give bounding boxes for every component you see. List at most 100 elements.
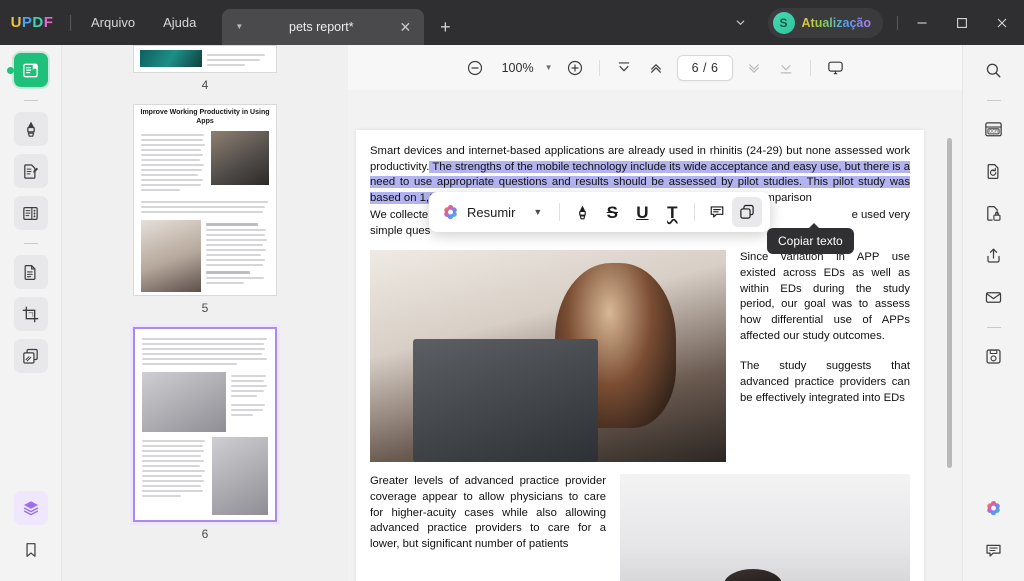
thumbnail-page-4[interactable] [133, 45, 277, 73]
previous-page-button[interactable] [641, 53, 671, 83]
close-window-button[interactable] [982, 0, 1022, 45]
document-bottom-block: Greater levels of advanced practice prov… [370, 474, 910, 581]
tab-caret-down-icon[interactable]: ▼ [230, 23, 248, 31]
sidebar-item-protect[interactable] [977, 196, 1011, 230]
document-toolbar: 100% ▼ 6 / 6 [348, 45, 962, 90]
sidebar-item-organize-pages[interactable] [14, 196, 48, 230]
titlebar-divider [70, 15, 71, 31]
new-tab-button[interactable]: + [430, 12, 460, 42]
edit-document-icon [21, 162, 40, 181]
sidebar-item-ai-layers[interactable] [14, 491, 48, 525]
document-right-para-1: Since variation in APP use existed acros… [740, 250, 910, 344]
sidebar-item-ocr[interactable]: OCR [977, 112, 1011, 146]
page-indicator[interactable]: 6 / 6 [677, 55, 734, 81]
thumbnail-page-5[interactable]: Improve Working Productivity in Using Ap… [133, 104, 277, 296]
strikethrough-button[interactable]: S [597, 197, 627, 227]
thumbnail-page-number-4: 4 [62, 78, 348, 92]
minimize-button[interactable] [902, 0, 942, 45]
sidebar-item-crop[interactable] [14, 297, 48, 331]
viewer-vertical-scrollbar[interactable] [947, 138, 952, 468]
thumbnail-list: 4 Improve Working Productivity in Using … [62, 45, 348, 567]
highlight-button[interactable] [567, 197, 597, 227]
sidebar-item-email[interactable] [977, 280, 1011, 314]
save-disk-icon [984, 347, 1003, 366]
tab-title: pets report* [248, 20, 394, 34]
tab-close-icon[interactable]: ✕ [394, 16, 416, 38]
sidebar-item-batch[interactable] [14, 339, 48, 373]
zoom-out-button[interactable] [460, 53, 490, 83]
previous-page-icon [647, 59, 665, 77]
first-page-icon [615, 59, 633, 77]
maximize-button[interactable] [942, 0, 982, 45]
sidebar-item-edit-pdf[interactable] [14, 154, 48, 188]
svg-text:OCR: OCR [989, 128, 998, 133]
ai-summarize-action[interactable]: Resumir [437, 203, 521, 222]
convert-file-icon [984, 162, 1003, 181]
search-icon [984, 61, 1003, 80]
document-bottom-text: Greater levels of advanced practice prov… [370, 474, 606, 581]
first-page-button[interactable] [609, 53, 639, 83]
sidebar-item-annotate[interactable] [14, 112, 48, 146]
sidebar-item-convert[interactable] [977, 154, 1011, 188]
document-photo-woman-laptop [370, 250, 726, 462]
update-button[interactable]: S Atualização [768, 8, 883, 38]
next-page-icon [745, 59, 763, 77]
float-divider-2 [694, 203, 695, 221]
rail-divider-2 [24, 243, 38, 244]
presentation-mode-button[interactable] [820, 53, 850, 83]
text-selection-toolbar: Resumir ▼ S U T [429, 192, 770, 232]
avatar[interactable]: S [773, 12, 795, 34]
right-rail-divider-2 [987, 327, 1001, 328]
thumbnail-5-title: Improve Working Productivity in Using Ap… [134, 105, 276, 129]
window-controls-divider [897, 16, 898, 30]
sidebar-item-share[interactable] [977, 238, 1011, 272]
squiggly-underline-button[interactable]: T [657, 197, 687, 227]
highlighter-icon [573, 203, 592, 222]
highlighter-icon [21, 119, 41, 139]
zoom-caret-down-icon[interactable]: ▼ [540, 63, 558, 72]
squiggly-underline-icon: T [667, 204, 677, 221]
next-page-button[interactable] [739, 53, 769, 83]
sidebar-item-page[interactable] [14, 255, 48, 289]
left-tool-rail [0, 45, 62, 581]
sidebar-item-ai-assistant[interactable] [977, 491, 1011, 525]
toolbar-divider-1 [599, 60, 600, 76]
lock-file-icon [984, 204, 1003, 223]
strikethrough-icon: S [607, 204, 618, 221]
page-icon [21, 263, 40, 282]
tab-list-chevron-down-icon[interactable] [724, 9, 758, 37]
copy-text-button[interactable] [732, 197, 762, 227]
logo-letter-p: P [22, 14, 33, 31]
last-page-button[interactable] [771, 53, 801, 83]
tab-pets-report[interactable]: ▼ pets report* ✕ [222, 9, 424, 45]
sidebar-item-comments[interactable] [977, 533, 1011, 567]
underline-button[interactable]: U [627, 197, 657, 227]
crop-icon [21, 305, 40, 324]
zoom-level-value[interactable]: 100% [492, 61, 538, 75]
thumbnail-page-6[interactable] [133, 327, 277, 522]
zoom-in-button[interactable] [560, 53, 590, 83]
logo-letter-f: F [44, 14, 54, 31]
update-label: Atualização [802, 16, 871, 30]
sidebar-item-save[interactable] [977, 339, 1011, 373]
menu-arquivo[interactable]: Arquivo [77, 9, 149, 36]
tab-strip: ▼ pets report* ✕ + [222, 0, 460, 45]
ai-summarize-label: Resumir [467, 205, 515, 220]
ocr-icon: OCR [983, 119, 1004, 140]
sidebar-item-reader[interactable] [14, 53, 48, 87]
add-note-button[interactable] [702, 197, 732, 227]
titlebar-right-group: S Atualização [724, 0, 1024, 45]
page-scroll-area[interactable]: Smart devices and internet-based applica… [348, 90, 962, 581]
layers-icon [21, 498, 41, 518]
document-viewer: 100% ▼ 6 / 6 [348, 45, 962, 581]
logo-letter-d: D [32, 14, 43, 31]
ai-flower-icon [984, 499, 1003, 518]
sidebar-item-bookmark[interactable] [14, 533, 48, 567]
menu-ajuda[interactable]: Ajuda [149, 9, 210, 36]
ai-options-caret-down-icon[interactable]: ▼ [521, 207, 552, 217]
sidebar-item-search[interactable] [977, 53, 1011, 87]
logo-letter-u: U [11, 14, 22, 31]
float-divider-1 [559, 203, 560, 221]
thumbnail-panel[interactable]: 4 Improve Working Productivity in Using … [62, 45, 348, 581]
document-two-column-block: Since variation in APP use existed acros… [370, 250, 910, 462]
